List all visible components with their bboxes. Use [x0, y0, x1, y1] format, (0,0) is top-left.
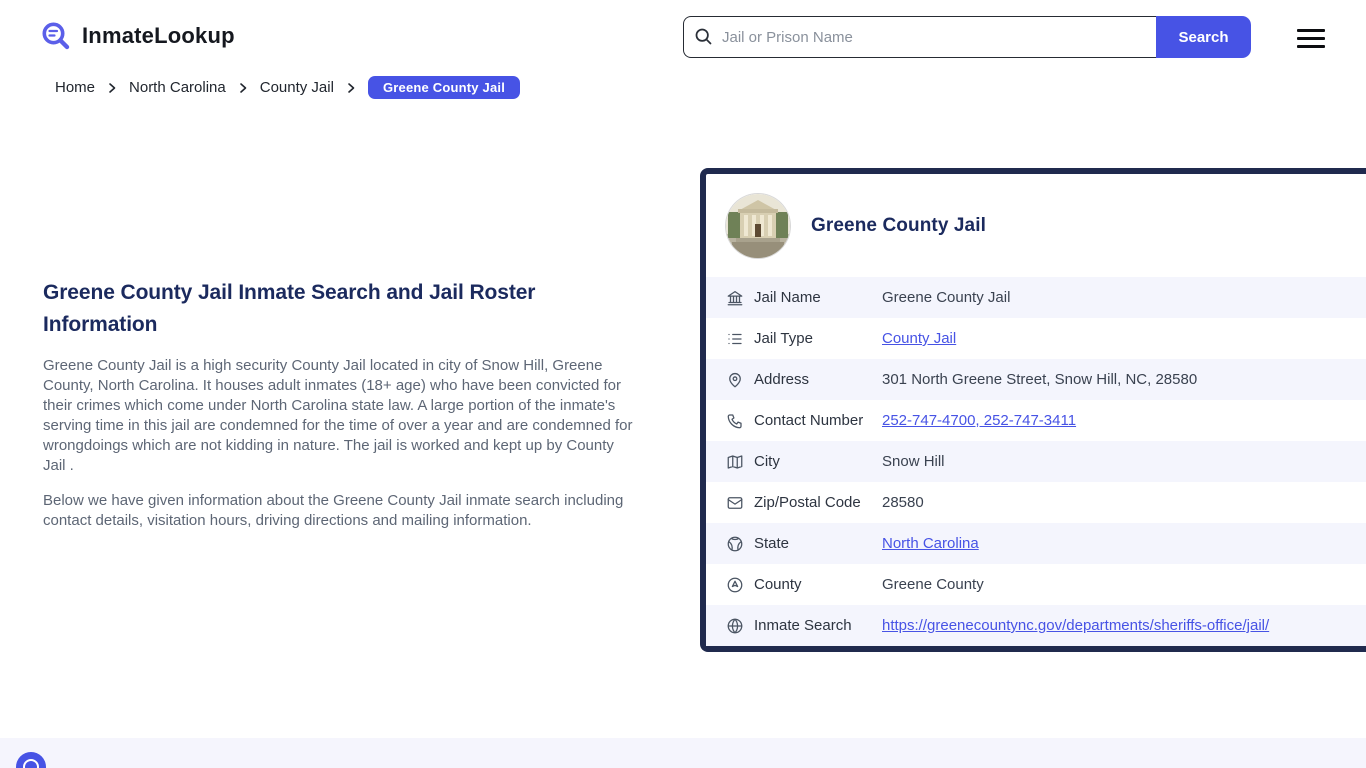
article-paragraph: Below we have given information about th…	[43, 492, 624, 529]
row-value: Greene County	[882, 576, 984, 593]
table-row: Contact Number 252-747-4700, 252-747-3411	[706, 400, 1366, 441]
row-label: Jail Name	[754, 289, 821, 306]
breadcrumb-state[interactable]: North Carolina	[129, 79, 226, 96]
breadcrumb-home[interactable]: Home	[55, 79, 95, 96]
row-label: Inmate Search	[754, 617, 852, 634]
table-row: Zip/Postal Code 28580	[706, 482, 1366, 523]
search-icon	[695, 28, 712, 45]
globe-icon	[726, 535, 744, 553]
chevron-right-icon	[348, 83, 355, 93]
brand-logo-icon	[42, 22, 70, 50]
table-row: Jail Name Greene County Jail	[706, 277, 1366, 318]
row-label: Zip/Postal Code	[754, 494, 861, 511]
row-value: Snow Hill	[882, 453, 945, 470]
table-row: State North Carolina	[706, 523, 1366, 564]
search-bar: Search	[683, 16, 1251, 58]
footer-brand-icon	[16, 752, 46, 768]
row-label: Jail Type	[754, 330, 813, 347]
bank-icon	[726, 289, 744, 307]
table-row: Address 301 North Greene Street, Snow Hil…	[706, 359, 1366, 400]
row-value: 28580	[882, 494, 924, 511]
page: InmateLookup Search Home North Carolina …	[0, 0, 1366, 768]
web-icon	[726, 617, 744, 635]
jail-card-header: Greene County Jail	[706, 174, 1366, 277]
phone-icon	[726, 412, 744, 430]
row-value[interactable]: County Jail	[882, 330, 956, 347]
table-row: County Greene County	[706, 564, 1366, 605]
search-button[interactable]: Search	[1156, 16, 1251, 58]
breadcrumb-current-badge: Greene County Jail	[367, 76, 521, 99]
map-icon	[726, 453, 744, 471]
menu-icon[interactable]	[1297, 29, 1325, 48]
article: Greene County Jail Inmate Search and Jai…	[43, 277, 637, 531]
row-value[interactable]: 252-747-4700, 252-747-3411	[882, 412, 1076, 429]
table-row: City Snow Hill	[706, 441, 1366, 482]
row-label: Contact Number	[754, 412, 864, 429]
envelope-icon	[726, 494, 744, 512]
map-pin-icon	[726, 371, 744, 389]
article-paragraph: Greene County Jail is a high security Co…	[43, 357, 633, 474]
jail-photo	[726, 193, 790, 258]
row-label: Address	[754, 371, 810, 388]
chevron-right-icon	[109, 83, 116, 93]
breadcrumb-jail-type[interactable]: County Jail	[260, 79, 334, 96]
table-row: Jail Type County Jail	[706, 318, 1366, 359]
brand-logo[interactable]: InmateLookup	[40, 20, 235, 52]
row-value: 301 North Greene Street, Snow Hill, NC, …	[882, 371, 1198, 388]
row-label: State	[754, 535, 790, 552]
list-icon	[726, 330, 744, 348]
search-input[interactable]	[683, 16, 1156, 58]
row-value[interactable]: https://greenecountync.gov/departments/s…	[882, 617, 1269, 634]
brand-name: InmateLookup	[82, 23, 235, 48]
breadcrumb: Home North Carolina County Jail Greene C…	[55, 76, 521, 99]
row-value: Greene County Jail	[882, 289, 1011, 306]
row-label: City	[754, 453, 780, 470]
row-label: County	[754, 576, 802, 593]
row-value[interactable]: North Carolina	[882, 535, 979, 552]
jail-card-title: Greene County Jail	[811, 214, 986, 236]
page-title: Greene County Jail Inmate Search and Jai…	[43, 281, 536, 336]
county-icon	[726, 576, 744, 594]
jail-card: Greene County Jail Jail Name Greene Count…	[700, 168, 1366, 652]
table-row: Inmate Search https://greenecountync.gov/…	[706, 605, 1366, 646]
jail-info-table: Jail Name Greene County Jail Jail Type Coun…	[706, 277, 1366, 646]
footer	[0, 738, 1366, 768]
chevron-right-icon	[239, 83, 247, 93]
